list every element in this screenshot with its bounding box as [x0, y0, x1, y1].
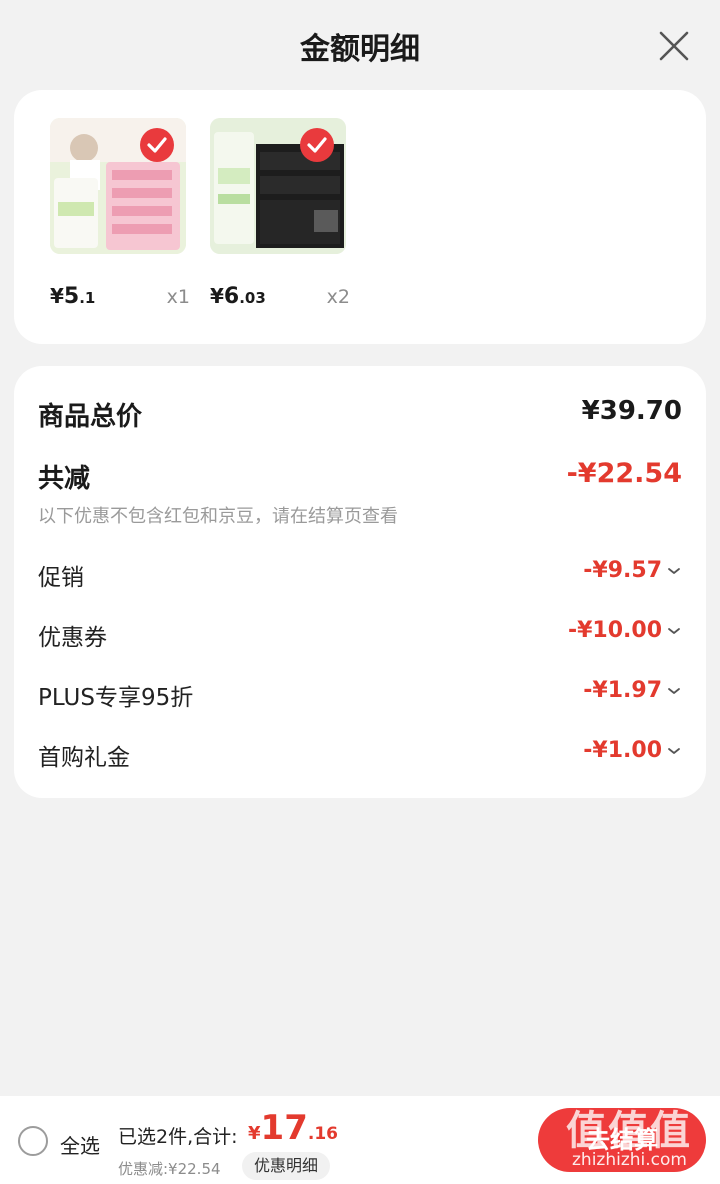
total-price-value: ¥39.70	[581, 396, 682, 426]
check-icon	[300, 128, 334, 162]
discount-value: -¥10.00	[567, 618, 662, 643]
discount-row-first-purchase[interactable]: 首购礼金 -¥1.00	[38, 738, 682, 778]
product-item[interactable]: ¥6.03 x2	[210, 118, 350, 309]
discount-label: 优惠券	[38, 625, 107, 651]
bottom-checkout-bar: 全选 已选2件,合计: ¥17.16 优惠减:¥22.54 优惠明细 去结算	[0, 1096, 720, 1184]
product-price: ¥5.1	[50, 284, 96, 309]
total-reduce-value: -¥22.54	[566, 458, 682, 489]
total-reduce-row: 共减 -¥22.54	[38, 458, 682, 498]
reduce-hint-text: 以下优惠不包含红包和京豆，请在结算页查看	[38, 506, 398, 527]
product-price: ¥6.03	[210, 284, 266, 309]
product-quantity: x1	[166, 286, 190, 308]
check-icon	[140, 128, 174, 162]
discount-label: 促销	[38, 565, 84, 591]
product-quantity: x2	[326, 286, 350, 308]
select-all-label[interactable]: 全选	[60, 1130, 100, 1159]
discount-row-coupon[interactable]: 优惠券 -¥10.00	[38, 618, 682, 658]
product-item[interactable]: ¥5.1 x1	[50, 118, 190, 309]
product-image	[210, 118, 346, 254]
chevron-down-icon	[666, 563, 682, 579]
product-image	[50, 118, 186, 254]
header: 金额明细	[0, 0, 720, 90]
total-price-label: 商品总价	[38, 402, 143, 432]
select-all-radio[interactable]	[18, 1126, 48, 1156]
close-button[interactable]	[652, 24, 696, 68]
page-title: 金额明细	[300, 32, 420, 67]
chevron-down-icon	[666, 683, 682, 699]
chevron-down-icon	[666, 623, 682, 639]
discount-value: -¥9.57	[583, 558, 662, 583]
price-summary-card: 商品总价 ¥39.70 共减 -¥22.54 以下优惠不包含红包和京豆，请在结算…	[14, 366, 706, 798]
discount-value: -¥1.97	[583, 678, 662, 703]
products-card: ¥5.1 x1 ¥6.03 x2	[14, 90, 706, 344]
selected-summary: 已选2件,合计:	[118, 1126, 238, 1148]
close-icon	[659, 31, 689, 61]
chevron-down-icon	[666, 743, 682, 759]
discount-label: PLUS专享95折	[38, 685, 194, 711]
grand-total: ¥17.16	[248, 1108, 338, 1148]
total-reduce-label: 共减	[38, 464, 91, 494]
discount-value: -¥1.00	[583, 738, 662, 763]
discount-detail-button[interactable]: 优惠明细	[242, 1152, 331, 1180]
discount-label: 首购礼金	[38, 745, 130, 771]
discount-row-promotion[interactable]: 促销 -¥9.57	[38, 558, 682, 598]
discount-row-plus[interactable]: PLUS专享95折 -¥1.97	[38, 678, 682, 718]
discount-summary: 优惠减:¥22.54	[118, 1160, 221, 1178]
total-price-row: 商品总价 ¥39.70	[38, 396, 682, 436]
checkout-button[interactable]: 去结算	[538, 1108, 706, 1172]
reduce-hint: 以下优惠不包含红包和京豆，请在结算页查看	[38, 502, 682, 530]
